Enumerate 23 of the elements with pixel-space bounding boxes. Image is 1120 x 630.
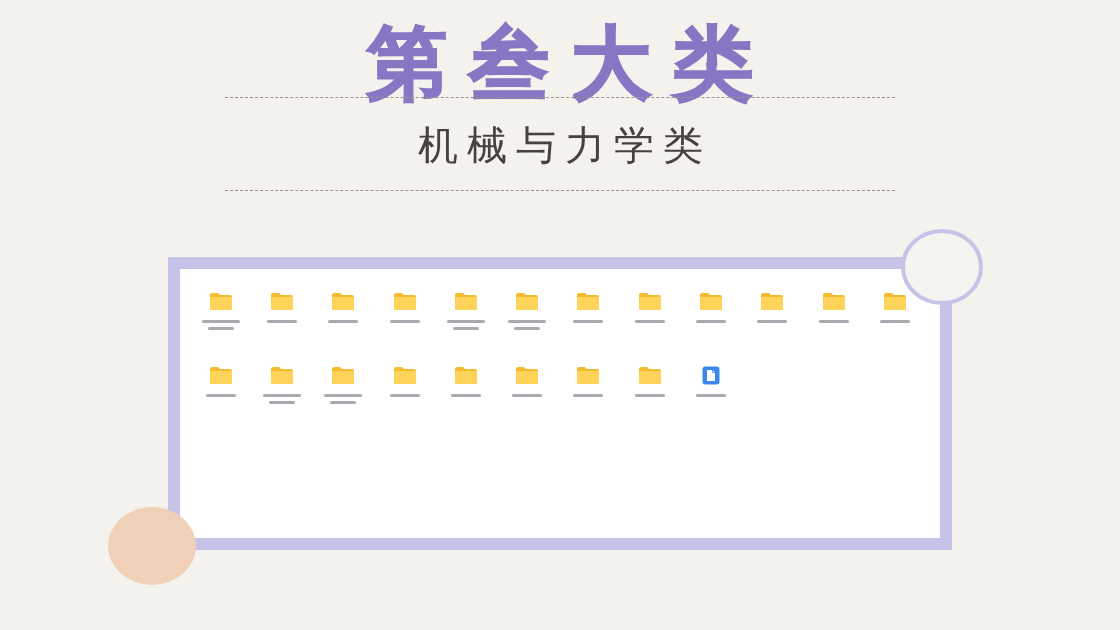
folder-icon[interactable]: [392, 366, 417, 385]
folder-icon[interactable]: [576, 292, 601, 311]
folder-icon[interactable]: [453, 292, 478, 311]
folder-icon[interactable]: [515, 366, 540, 385]
folder-icon[interactable]: [269, 366, 294, 385]
folder-icon[interactable]: [208, 292, 233, 311]
document-icon[interactable]: [702, 366, 720, 385]
folder-icon[interactable]: [637, 366, 662, 385]
folder-icon[interactable]: [821, 292, 846, 311]
folder-icon[interactable]: [637, 292, 662, 311]
folder-icon[interactable]: [515, 292, 540, 311]
folder-icon[interactable]: [760, 292, 785, 311]
page-title: 第叁大类: [367, 24, 775, 104]
folder-icon[interactable]: [331, 292, 356, 311]
folder-icon[interactable]: [208, 366, 233, 385]
folder-icon[interactable]: [331, 366, 356, 385]
folder-icon[interactable]: [269, 292, 294, 311]
folder-icon[interactable]: [576, 366, 601, 385]
folder-icon[interactable]: [882, 292, 907, 311]
folder-icon[interactable]: [453, 366, 478, 385]
folder-icon[interactable]: [699, 292, 723, 311]
folder-icon[interactable]: [392, 292, 417, 311]
page-subtitle: 机械与力学类: [417, 121, 712, 170]
